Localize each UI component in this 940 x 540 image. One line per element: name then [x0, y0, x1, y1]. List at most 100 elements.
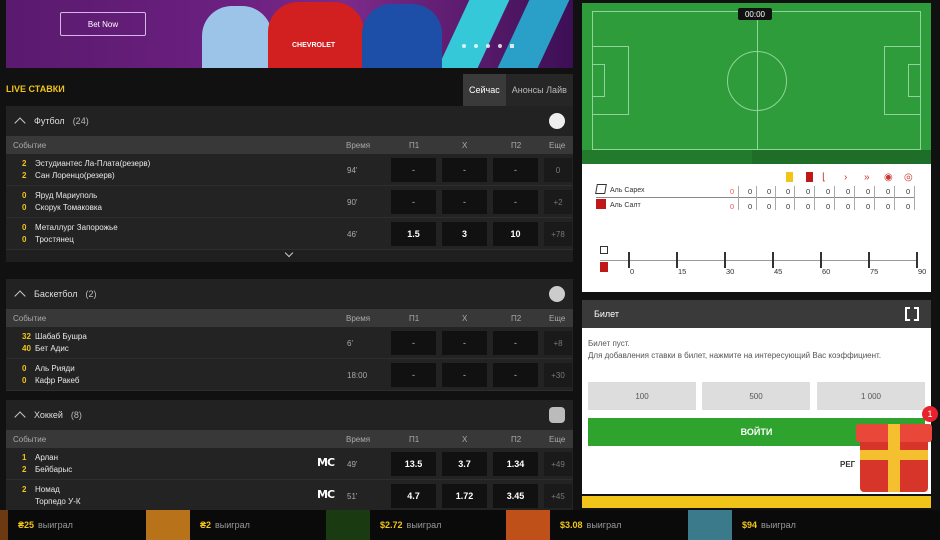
- event-time: 94': [347, 166, 358, 175]
- team-home: Металлург Запорожье: [35, 223, 118, 232]
- ticker-item[interactable]: ₴25 выиграл: [0, 510, 73, 540]
- stake-500-button[interactable]: 500: [702, 382, 810, 410]
- section-header[interactable]: Хоккей (8): [6, 400, 573, 430]
- away-stat: 0: [748, 202, 753, 211]
- sport-name: Хоккей: [34, 410, 63, 420]
- win-amount: ₴2: [200, 520, 212, 530]
- odd-p2[interactable]: 10: [493, 222, 538, 246]
- column-headers: Событие Время П1 X П2 Еще: [6, 430, 573, 448]
- more-markets-button[interactable]: +78: [544, 222, 572, 246]
- ticker-item[interactable]: $2.72 выиграл: [326, 510, 441, 540]
- match-center-icon[interactable]: MC: [317, 488, 335, 501]
- event-row[interactable]: 0 Аль Рияди 0 Кафр Ракеб 18:00 - - - +30: [6, 359, 573, 391]
- col-x: X: [462, 140, 468, 150]
- odd-x[interactable]: -: [442, 331, 487, 355]
- score-home: 1: [22, 453, 27, 462]
- team-home: Яруд Мариуполь: [35, 191, 98, 200]
- home-stat: 0: [730, 187, 735, 196]
- stake-100-button[interactable]: 100: [588, 382, 696, 410]
- away-stat: 0: [846, 202, 851, 211]
- more-markets-button[interactable]: 0: [544, 158, 572, 182]
- stake-1000-button[interactable]: 1 000: [817, 382, 925, 410]
- team-away: Бейбарыс: [35, 465, 73, 474]
- hockey-puck-icon: [549, 407, 565, 423]
- gift-widget[interactable]: 1: [856, 406, 938, 494]
- odd-x[interactable]: -: [442, 363, 487, 387]
- timeline-tick: [724, 252, 726, 268]
- win-label: выиграл: [586, 520, 622, 530]
- ticker-item[interactable]: $3.08 выиграл: [506, 510, 621, 540]
- odd-p2[interactable]: -: [493, 331, 538, 355]
- match-center-icon[interactable]: MC: [317, 456, 335, 469]
- event-time: 6': [347, 339, 353, 348]
- event-time: 49': [347, 460, 358, 469]
- bet-now-button[interactable]: Bet Now: [60, 12, 146, 36]
- win-amount: $3.08: [560, 520, 583, 530]
- away-stat: 0: [886, 202, 891, 211]
- odd-x[interactable]: 3.7: [442, 452, 487, 476]
- promo-strip[interactable]: [582, 496, 931, 508]
- event-time: 51': [347, 492, 358, 501]
- odd-p2[interactable]: 1.34: [493, 452, 538, 476]
- odd-p2[interactable]: -: [493, 158, 538, 182]
- more-markets-button[interactable]: +2: [544, 190, 572, 214]
- odd-p2[interactable]: -: [493, 190, 538, 214]
- event-row[interactable]: 1 Арлан 2 Бейбарыс MC 49' 13.5 3.7 1.34 …: [6, 448, 573, 480]
- more-markets-button[interactable]: +8: [544, 331, 572, 355]
- expand-icon[interactable]: [905, 306, 919, 322]
- more-markets-button[interactable]: +45: [544, 484, 572, 508]
- home-stat: 0: [866, 187, 871, 196]
- score-away: 0: [22, 235, 27, 244]
- odd-p2[interactable]: 3.45: [493, 484, 538, 508]
- event-time: 90': [347, 198, 358, 207]
- tab-live-announcements[interactable]: Анонсы Лайв: [505, 74, 573, 106]
- chevron-up-icon: [14, 117, 26, 129]
- win-label: выиграл: [215, 520, 250, 530]
- register-link[interactable]: РЕГ: [840, 460, 855, 469]
- section-header[interactable]: Баскетбол (2): [6, 279, 573, 309]
- event-row[interactable]: 0 Яруд Мариуполь 0 Скорук Томаковка 90' …: [6, 186, 573, 218]
- odd-p1[interactable]: 13.5: [391, 452, 436, 476]
- col-time: Время: [346, 434, 371, 444]
- ticker-item[interactable]: $94 выиграл: [688, 510, 796, 540]
- odd-p1[interactable]: -: [391, 190, 436, 214]
- column-headers: Событие Время П1 X П2 Еще: [6, 309, 573, 327]
- away-jersey-icon: [596, 199, 606, 209]
- event-row[interactable]: 32 Шабаб Бушра 40 Бет Адис 6' - - - +8: [6, 327, 573, 359]
- event-count: (2): [85, 289, 97, 299]
- odd-x[interactable]: 1.72: [442, 484, 487, 508]
- col-more: Еще: [549, 313, 566, 323]
- odd-p1[interactable]: -: [391, 331, 436, 355]
- odd-p1[interactable]: -: [391, 363, 436, 387]
- odd-x[interactable]: 3: [442, 222, 487, 246]
- expand-section[interactable]: [6, 248, 573, 262]
- odd-p1[interactable]: -: [391, 158, 436, 182]
- section-header[interactable]: Футбол (24): [6, 106, 573, 136]
- match-field-tracker: [582, 3, 931, 164]
- score-away: 0: [22, 203, 27, 212]
- home-team-name: Аль Сарех: [610, 187, 645, 194]
- col-x: X: [462, 434, 468, 444]
- more-markets-button[interactable]: +49: [544, 452, 572, 476]
- promo-banner[interactable]: CHEVROLET Bet Now: [6, 0, 573, 68]
- odd-x[interactable]: -: [442, 158, 487, 182]
- section-football: Футбол (24) Событие Время П1 X П2 Еще 2 …: [6, 106, 573, 262]
- ticker-item[interactable]: ₴2 выиграл: [146, 510, 250, 540]
- tab-now[interactable]: Сейчас: [463, 74, 506, 106]
- column-headers: Событие Время П1 X П2 Еще: [6, 136, 573, 154]
- event-row[interactable]: 2 Эстудиантес Ла-Плата(резерв) 2 Сан Лор…: [6, 154, 573, 186]
- game-thumbnail: [326, 510, 370, 540]
- banner-pager[interactable]: [462, 44, 514, 48]
- team-away: Тростянец: [35, 235, 74, 244]
- event-row[interactable]: 2 Номад Торпедо У-К MC 51' 4.7 1.72 3.45…: [6, 480, 573, 512]
- odd-p2[interactable]: -: [493, 363, 538, 387]
- odd-x[interactable]: -: [442, 190, 487, 214]
- timeline-tick: [916, 252, 918, 268]
- away-jersey-icon: [600, 262, 608, 272]
- odd-p1[interactable]: 1.5: [391, 222, 436, 246]
- timeline-tick: [772, 252, 774, 268]
- event-row[interactable]: 0 Металлург Запорожье 0 Тростянец 46' 1.…: [6, 218, 573, 250]
- odd-p1[interactable]: 4.7: [391, 484, 436, 508]
- more-markets-button[interactable]: +30: [544, 363, 572, 387]
- gift-count-badge: 1: [922, 406, 938, 422]
